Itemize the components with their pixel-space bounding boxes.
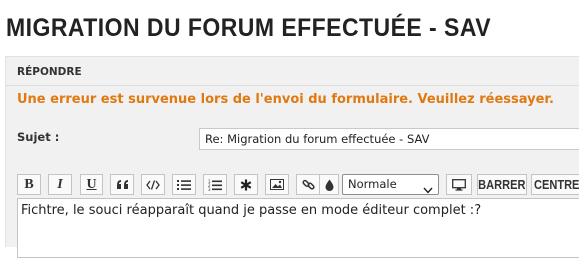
- panel-divider: [6, 85, 579, 86]
- error-message: Une erreur est survenue lors de l'envoi …: [17, 92, 554, 107]
- link-icon: [301, 178, 315, 191]
- reply-panel: RÉPONDRE Une erreur est survenue lors de…: [5, 56, 579, 258]
- strike-button[interactable]: BARRER: [477, 174, 527, 195]
- list-item-star-icon: [240, 179, 252, 191]
- center-button[interactable]: CENTRER: [531, 174, 579, 195]
- reply-heading: RÉPONDRE: [17, 66, 82, 78]
- bold-icon: B: [24, 176, 34, 192]
- numbered-list-icon: 123: [208, 179, 222, 191]
- image-button[interactable]: [265, 174, 289, 195]
- quote-button[interactable]: [110, 174, 134, 195]
- monitor-icon: [452, 178, 466, 191]
- underline-icon: U: [86, 176, 97, 192]
- message-text: Fichtre, le souci réapparaît quand je pa…: [21, 203, 482, 218]
- page-title: MIGRATION DU FORUM EFFECTUÉE - SAV: [6, 14, 491, 42]
- list-item-button[interactable]: [234, 174, 258, 195]
- code-icon: [146, 179, 160, 190]
- font-size-value: Normale: [348, 177, 397, 191]
- svg-text:3: 3: [208, 187, 211, 191]
- center-label: CENTRER: [534, 177, 579, 192]
- color-button[interactable]: [319, 174, 339, 195]
- font-size-select[interactable]: Normale: [342, 174, 439, 195]
- strike-label: BARRER: [478, 177, 526, 192]
- bold-button[interactable]: B: [17, 174, 41, 195]
- subject-label: Sujet :: [17, 130, 60, 144]
- preview-button[interactable]: [446, 174, 472, 195]
- image-icon: [270, 179, 284, 190]
- quote-icon: [116, 179, 129, 190]
- numbered-list-button[interactable]: 123: [203, 174, 227, 195]
- underline-button[interactable]: U: [80, 174, 103, 195]
- color-drop-icon: [325, 179, 334, 191]
- subject-input[interactable]: Re: Migration du forum effectuée - SAV: [199, 128, 579, 150]
- italic-button[interactable]: I: [48, 174, 72, 195]
- italic-icon: I: [57, 176, 63, 192]
- link-button[interactable]: [296, 174, 320, 195]
- bullet-list-button[interactable]: [172, 174, 196, 195]
- message-editor[interactable]: Fichtre, le souci réapparaît quand je pa…: [17, 198, 579, 258]
- bullet-list-icon: [177, 179, 191, 190]
- code-button[interactable]: [141, 174, 165, 195]
